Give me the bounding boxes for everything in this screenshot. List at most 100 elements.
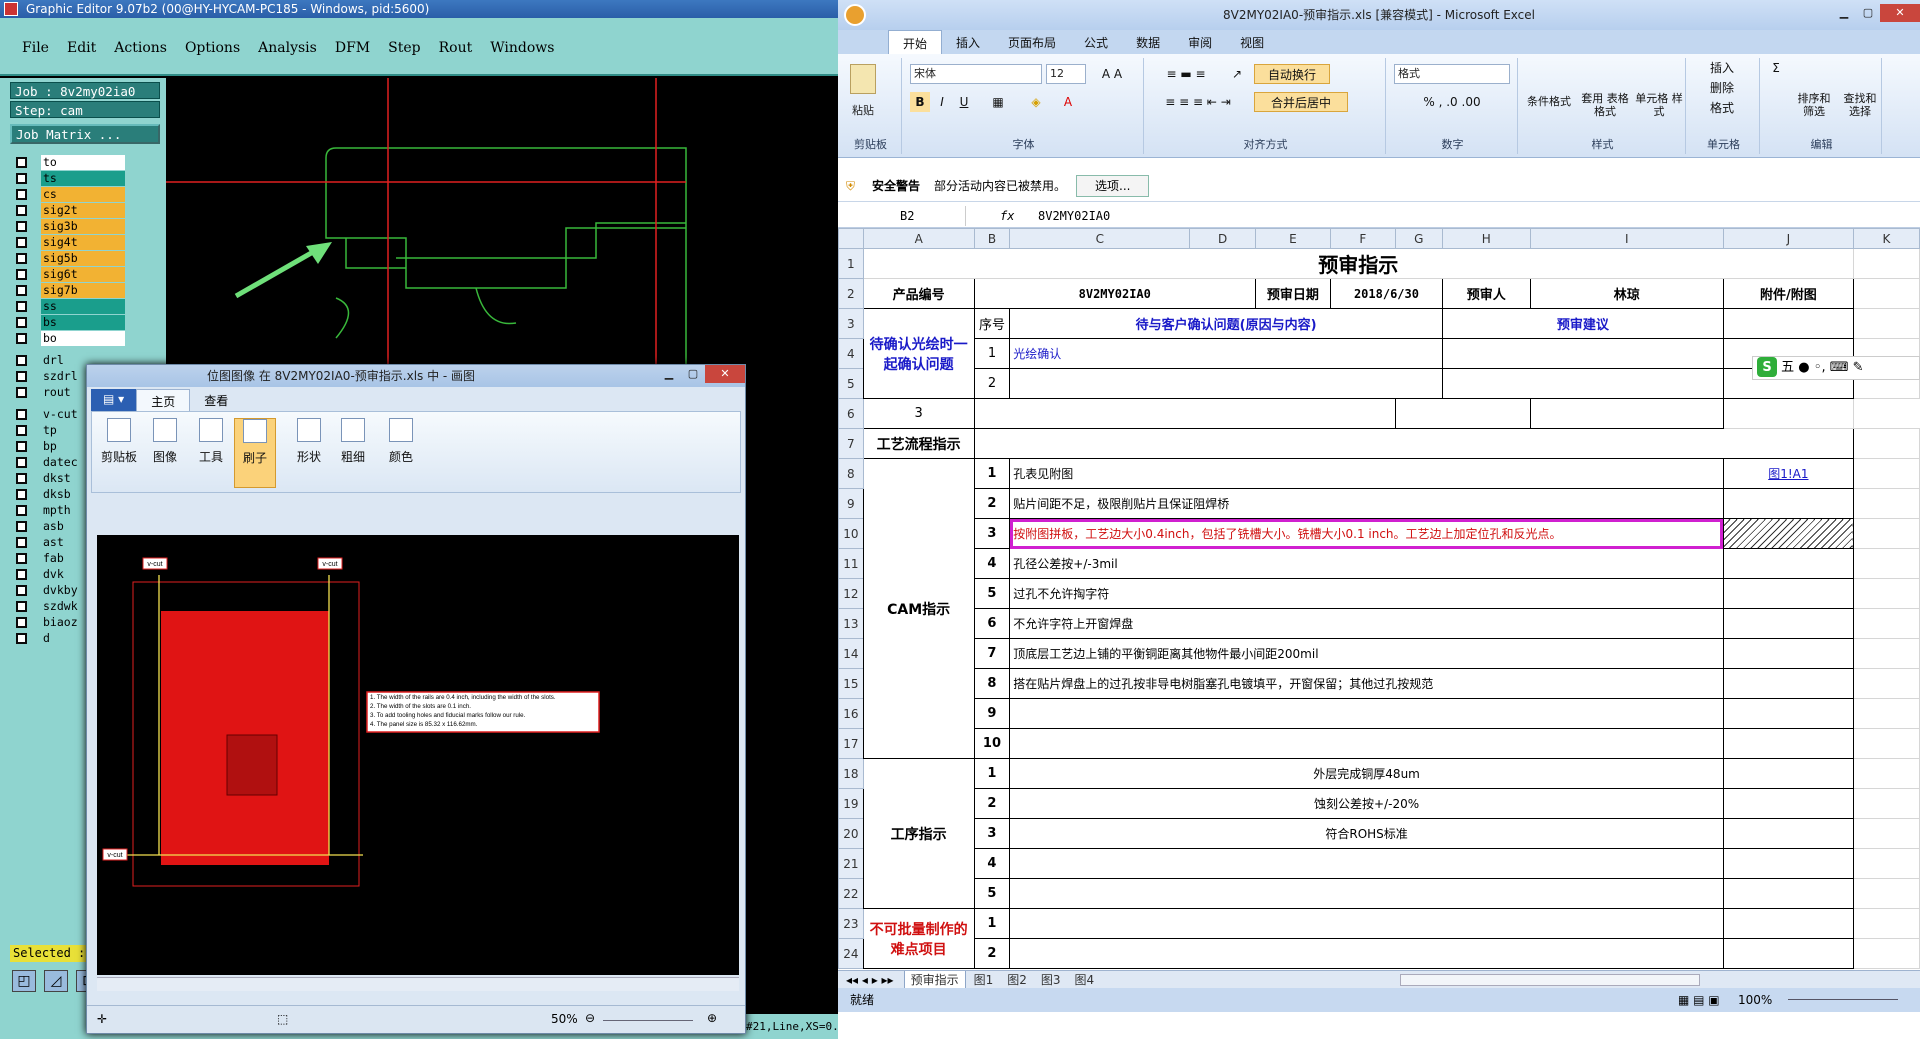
insert-button[interactable]: 插入 — [1692, 58, 1752, 78]
layer-row-sig6t[interactable]: sig6t — [10, 266, 162, 282]
orientation-icon[interactable]: ↗ — [1226, 64, 1248, 84]
fill-color-icon[interactable]: ◈ — [1022, 92, 1050, 112]
cell[interactable]: 4 — [973, 848, 1011, 879]
cell[interactable]: 1 — [973, 908, 1011, 939]
procedure-item[interactable]: 符合ROHS标准 — [1009, 818, 1724, 849]
row-header[interactable]: 18 — [838, 758, 864, 789]
row-header[interactable]: 14 — [838, 638, 864, 669]
layer-row-sig5b[interactable]: sig5b — [10, 250, 162, 266]
select-all[interactable] — [838, 228, 864, 249]
row-header[interactable]: 6 — [838, 398, 864, 429]
row-header[interactable]: 19 — [838, 788, 864, 819]
row-header[interactable]: 23 — [838, 908, 864, 939]
row-header[interactable]: 15 — [838, 668, 864, 699]
attachment-link[interactable]: 图1!A1 — [1722, 458, 1854, 489]
cell[interactable] — [1852, 818, 1920, 849]
border-icon[interactable]: ▦ — [984, 92, 1012, 112]
cam-instruction[interactable]: 搭在贴片焊盘上的过孔按非导电树脂塞孔电镀填平，开窗保留；其他过孔按规范 — [1009, 668, 1724, 699]
section-process-flow[interactable]: 工艺流程指示 — [862, 428, 975, 459]
row-header[interactable]: 8 — [838, 458, 864, 489]
image-group[interactable]: 图像 — [144, 418, 186, 465]
col-g[interactable]: G — [1394, 228, 1443, 249]
halign-icons[interactable]: ≡ ≡ ≡ ⇤ ⇥ — [1150, 92, 1246, 112]
col-f[interactable]: F — [1330, 228, 1396, 249]
cell[interactable]: 6 — [973, 608, 1011, 639]
brush-group[interactable]: 刷子 — [234, 418, 276, 488]
cam-instruction[interactable] — [1009, 698, 1724, 729]
font-size-box[interactable]: 12 — [1046, 64, 1086, 84]
cell[interactable] — [1852, 428, 1920, 459]
menu-dfm[interactable]: DFM — [335, 40, 370, 56]
col-k[interactable]: K — [1852, 228, 1920, 249]
table-format-button[interactable]: 套用 表格格式 — [1578, 92, 1632, 122]
cell[interactable] — [1394, 398, 1531, 429]
procedure-item[interactable]: 蚀刻公差按+/-20% — [1009, 788, 1724, 819]
cell[interactable] — [1722, 398, 1854, 429]
layer-checkbox[interactable] — [16, 316, 27, 328]
cam-instruction[interactable]: 顶底层工艺边上铺的平衡铜距离其他物件最小间距200mil — [1009, 638, 1724, 669]
tab-review[interactable]: 审阅 — [1174, 30, 1226, 54]
font-name-box[interactable]: 宋体 — [910, 64, 1042, 84]
cell[interactable] — [1722, 698, 1854, 729]
row-header[interactable]: 24 — [838, 938, 864, 969]
section-procedure[interactable]: 工序指示 — [862, 758, 975, 909]
tab-insert[interactable]: 插入 — [942, 30, 994, 54]
layer-checkbox[interactable] — [16, 284, 27, 296]
layer-name[interactable]: sig2t — [41, 202, 125, 218]
col-j[interactable]: J — [1722, 228, 1854, 249]
layer-checkbox[interactable] — [16, 600, 27, 612]
cell[interactable] — [1529, 398, 1724, 429]
layer-checkbox[interactable] — [16, 408, 27, 420]
issue-header[interactable]: 待与客户确认问题(原因与内容) — [1009, 308, 1443, 339]
formula-input[interactable]: 8V2MY02IA0 — [1038, 206, 1110, 226]
cell[interactable] — [1852, 938, 1920, 969]
xl-close-button[interactable]: ✕ — [1880, 4, 1920, 22]
layer-name[interactable]: ts — [41, 170, 125, 186]
merge-center-button[interactable]: 合并后居中 — [1254, 92, 1348, 112]
cell[interactable] — [1852, 548, 1920, 579]
product-label[interactable]: 产品编号 — [862, 278, 975, 309]
cam-instruction[interactable]: 按附图拼板，工艺边大小0.4inch，包括了铣槽大小。铣槽大小0.1 inch。… — [1009, 518, 1724, 549]
cell[interactable] — [973, 428, 1854, 459]
attachment-label[interactable]: 附件/附图 — [1722, 278, 1854, 309]
layer-row-sig7b[interactable]: sig7b — [10, 282, 162, 298]
cell[interactable]: 3 — [973, 518, 1011, 549]
cell[interactable] — [1441, 368, 1724, 399]
font-grow-icon[interactable]: A A — [1092, 64, 1132, 84]
cell[interactable]: 2 — [973, 488, 1011, 519]
cell[interactable]: 1 — [973, 338, 1011, 369]
cell[interactable]: 8 — [973, 668, 1011, 699]
layer-name[interactable]: sig7b — [41, 282, 125, 298]
cell[interactable] — [1722, 878, 1854, 909]
xl-zoom-slider[interactable] — [1788, 999, 1898, 1000]
menu-actions[interactable]: Actions — [114, 40, 167, 56]
zoom-slider[interactable] — [603, 1020, 693, 1021]
layer-row-cs[interactable]: cs — [10, 186, 162, 202]
colors-group[interactable]: 颜色 — [380, 418, 422, 465]
tab-formulas[interactable]: 公式 — [1070, 30, 1122, 54]
layer-checkbox[interactable] — [16, 354, 27, 366]
row-header[interactable]: 2 — [838, 278, 864, 309]
sheet-tab-4[interactable]: 图3 — [1035, 971, 1067, 988]
cell[interactable] — [1852, 608, 1920, 639]
job-matrix-button[interactable]: Job Matrix ... — [10, 124, 160, 144]
cell[interactable] — [1852, 698, 1920, 729]
cell[interactable] — [1009, 908, 1724, 939]
cam-instruction[interactable]: 不允许字符上开窗焊盘 — [1009, 608, 1724, 639]
product-number[interactable]: 8V2MY02IA0 — [973, 278, 1256, 309]
cell[interactable]: 7 — [973, 638, 1011, 669]
procedure-item[interactable] — [1009, 848, 1724, 879]
cell[interactable]: 1 — [973, 758, 1011, 789]
layer-checkbox[interactable] — [16, 236, 27, 248]
sheet-nav-icons[interactable]: ◂◂ ◂ ▸ ▸▸ — [838, 973, 902, 987]
reviewer-label[interactable]: 预审人 — [1441, 278, 1531, 309]
cell[interactable] — [1009, 938, 1724, 969]
layer-checkbox[interactable] — [16, 268, 27, 280]
layer-checkbox[interactable] — [16, 616, 27, 628]
menu-rout[interactable]: Rout — [439, 40, 473, 56]
layer-name[interactable]: ss — [41, 298, 125, 314]
cell[interactable]: 2 — [973, 368, 1011, 399]
cell[interactable] — [1852, 458, 1920, 489]
cell[interactable]: 4 — [973, 548, 1011, 579]
menu-file[interactable]: File — [22, 40, 49, 56]
